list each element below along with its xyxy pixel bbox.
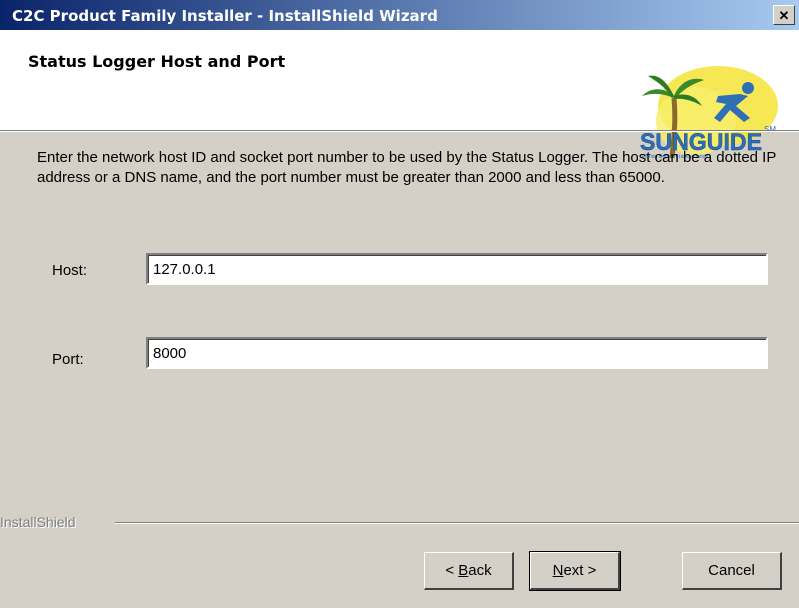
installshield-brand: InstallShield (0, 514, 76, 530)
instructions-text: Enter the network host ID and socket por… (37, 149, 777, 186)
cancel-button[interactable]: Cancel (682, 552, 782, 590)
next-button-rest: ext > (563, 562, 597, 579)
back-button-accel: B (458, 562, 469, 579)
close-button[interactable]: ✕ (773, 5, 795, 25)
port-input[interactable] (146, 337, 768, 369)
close-icon: ✕ (778, 7, 790, 23)
cancel-button-label: Cancel (708, 562, 755, 579)
title-bar: C2C Product Family Installer - InstallSh… (0, 0, 799, 30)
back-button-rest: ack (468, 562, 492, 579)
host-input[interactable] (146, 253, 768, 285)
page-title: Status Logger Host and Port (28, 52, 286, 71)
next-button[interactable]: Next > (529, 551, 621, 591)
next-button-accel: N (552, 562, 564, 579)
footer-divider-highlight (115, 523, 799, 524)
window-title: C2C Product Family Installer - InstallSh… (12, 7, 438, 25)
header-divider-highlight (0, 131, 799, 132)
sunguide-logo-graphic: SUNGUIDE SM Florida Dept of Transportati… (640, 66, 778, 160)
sunguide-logo: SUNGUIDE SM Florida Dept of Transportati… (636, 66, 784, 160)
port-label: Port: (52, 351, 84, 368)
host-label: Host: (52, 262, 88, 279)
back-button[interactable]: < Back (424, 552, 514, 590)
back-button-prefix: < (445, 562, 459, 579)
wizard-header: Status Logger Host and Port SUNGUIDE SM … (0, 30, 799, 160)
